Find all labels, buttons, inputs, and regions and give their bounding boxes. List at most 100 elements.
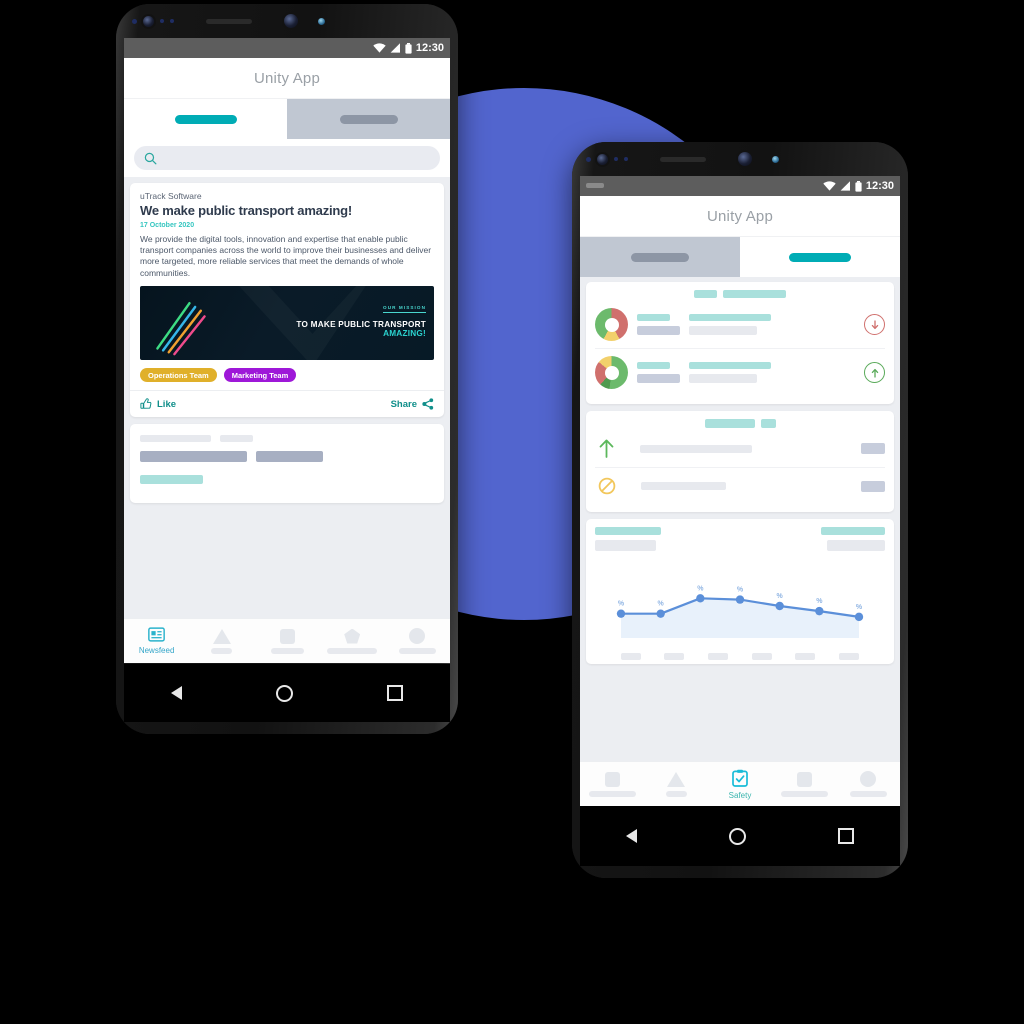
phone-1-bottom-nav: Newsfeed [124,618,450,663]
tab-active-label-placeholder [174,114,237,124]
skeleton-bar [220,435,253,443]
nav-item-placeholder-4[interactable] [320,619,385,663]
phone-1-search-area [124,139,450,177]
trend-chart[interactable]: %%%%%%% [595,556,885,651]
article-body-wrap: uTrack Software We make public transport… [130,183,444,390]
recents-square-icon[interactable] [838,828,854,844]
nav-item-placeholder-2[interactable] [644,762,708,806]
like-button[interactable]: Like [140,398,176,410]
circle-placeholder-icon [409,628,426,644]
nav-label-placeholder [327,647,378,654]
donut-row-1-values [689,314,855,335]
phone-1-screen: 12:30 Unity App uTrack Software We make … [124,38,450,663]
like-label: Like [157,398,177,410]
safety-clipboard-icon [732,769,748,787]
skeleton-bar [140,435,211,443]
sensor-dot-icon [159,19,164,23]
donut-summary-card[interactable] [586,282,894,404]
thumbs-up-icon [140,398,152,410]
article-headline: We make public transport amazing! [140,203,353,218]
donut-row-2-labels [637,362,680,383]
skeleton-bar [637,362,670,369]
donut-chart-2 [595,356,628,389]
trend-chart-card[interactable]: %%%%%%% [586,519,894,664]
banner-eyebrow: OUR MISSION [383,305,426,314]
phone-2-screen: 12:30 Unity App % % % % % % % Safety [580,176,900,806]
arrow-up-icon [599,439,614,458]
donut-row-1-labels [637,314,680,335]
skeleton-card[interactable] [130,424,444,504]
nav-item-newsfeed[interactable]: Newsfeed [124,619,189,663]
article-source: uTrack Software [140,191,202,201]
skeleton-bar [689,374,757,383]
skeleton-bar [595,527,661,535]
skeleton-bar [821,527,885,535]
nav-item-placeholder-4[interactable] [772,762,836,806]
nav-item-placeholder-5[interactable] [836,762,900,806]
skeleton-bar [140,451,247,463]
donut-chart-1 [595,308,628,341]
home-circle-icon[interactable] [729,827,746,845]
donut-row[interactable] [595,301,885,348]
nav-item-placeholder-5[interactable] [385,619,450,663]
donut-row[interactable] [595,348,885,396]
article-banner-image[interactable]: OUR MISSION TO MAKE PUBLIC TRANSPORT AMA… [140,286,434,361]
nav-label-placeholder [588,790,636,797]
phone-1-top-hardware [116,4,458,38]
status-list-card[interactable] [586,411,894,512]
skeleton-bar [637,374,680,383]
back-triangle-icon[interactable] [626,829,637,843]
tab-inactive-label-placeholder [631,252,689,262]
front-camera-icon [142,15,154,27]
sensor-dot-icon [131,18,137,24]
nav-item-safety[interactable]: Safety [708,762,772,806]
skeleton-bar [861,480,885,492]
phone-2: 12:30 Unity App % % % % % % % Safety [572,142,908,878]
sensor-dot-icon [623,157,628,161]
status-row[interactable] [595,430,885,467]
back-triangle-icon[interactable] [171,686,182,700]
battery-icon [405,42,412,54]
arrow-up-circle-icon[interactable] [864,362,885,383]
tag-operations-team[interactable]: Operations Team [140,368,217,383]
x-tick-placeholder [620,653,641,660]
article-date: 17 October 2020 [140,221,195,229]
tab-active[interactable] [124,99,287,139]
tab-inactive-label-placeholder [339,114,398,124]
nav-item-placeholder-3[interactable] [254,619,319,663]
tab-active[interactable] [740,237,900,277]
article-body: We provide the digital tools, innovation… [140,233,432,278]
search-input[interactable] [134,146,440,170]
status-time: 12:30 [415,42,444,54]
arrow-down-circle-icon[interactable] [864,314,885,335]
skeleton-bar [637,314,670,321]
article-card[interactable]: uTrack Software We make public transport… [130,183,444,418]
phone-2-status-bar: 12:30 [580,176,900,196]
phone-1-tab-row [124,99,450,139]
nav-item-placeholder-1[interactable] [580,762,644,806]
chart-header-left [595,527,661,551]
share-button[interactable]: Share [390,398,434,411]
share-label: Share [390,398,417,410]
tab-inactive[interactable] [287,99,450,139]
home-circle-icon[interactable] [276,684,293,702]
status-card-title-placeholder [595,419,885,428]
skeleton-bar [689,314,771,321]
tab-inactive[interactable] [580,237,740,277]
recents-square-icon[interactable] [387,685,403,701]
triangle-placeholder-icon [667,771,685,787]
nav-item-placeholder-2[interactable] [189,619,254,663]
phone-1-app-title: Unity App [124,58,450,99]
tag-marketing-team[interactable]: Marketing Team [223,368,297,383]
nav-label-placeholder [398,648,436,654]
front-camera-icon [596,153,608,165]
banner-line-2: AMAZING! [383,329,426,339]
nav-label-newsfeed: Newsfeed [138,646,175,655]
x-tick-placeholder [664,653,685,660]
nav-label-placeholder [849,791,887,797]
status-row[interactable] [595,467,885,504]
skeleton-row-2 [140,451,434,463]
skeleton-bar [641,482,726,490]
skeleton-bar [595,540,656,551]
signal-icon [390,43,400,53]
